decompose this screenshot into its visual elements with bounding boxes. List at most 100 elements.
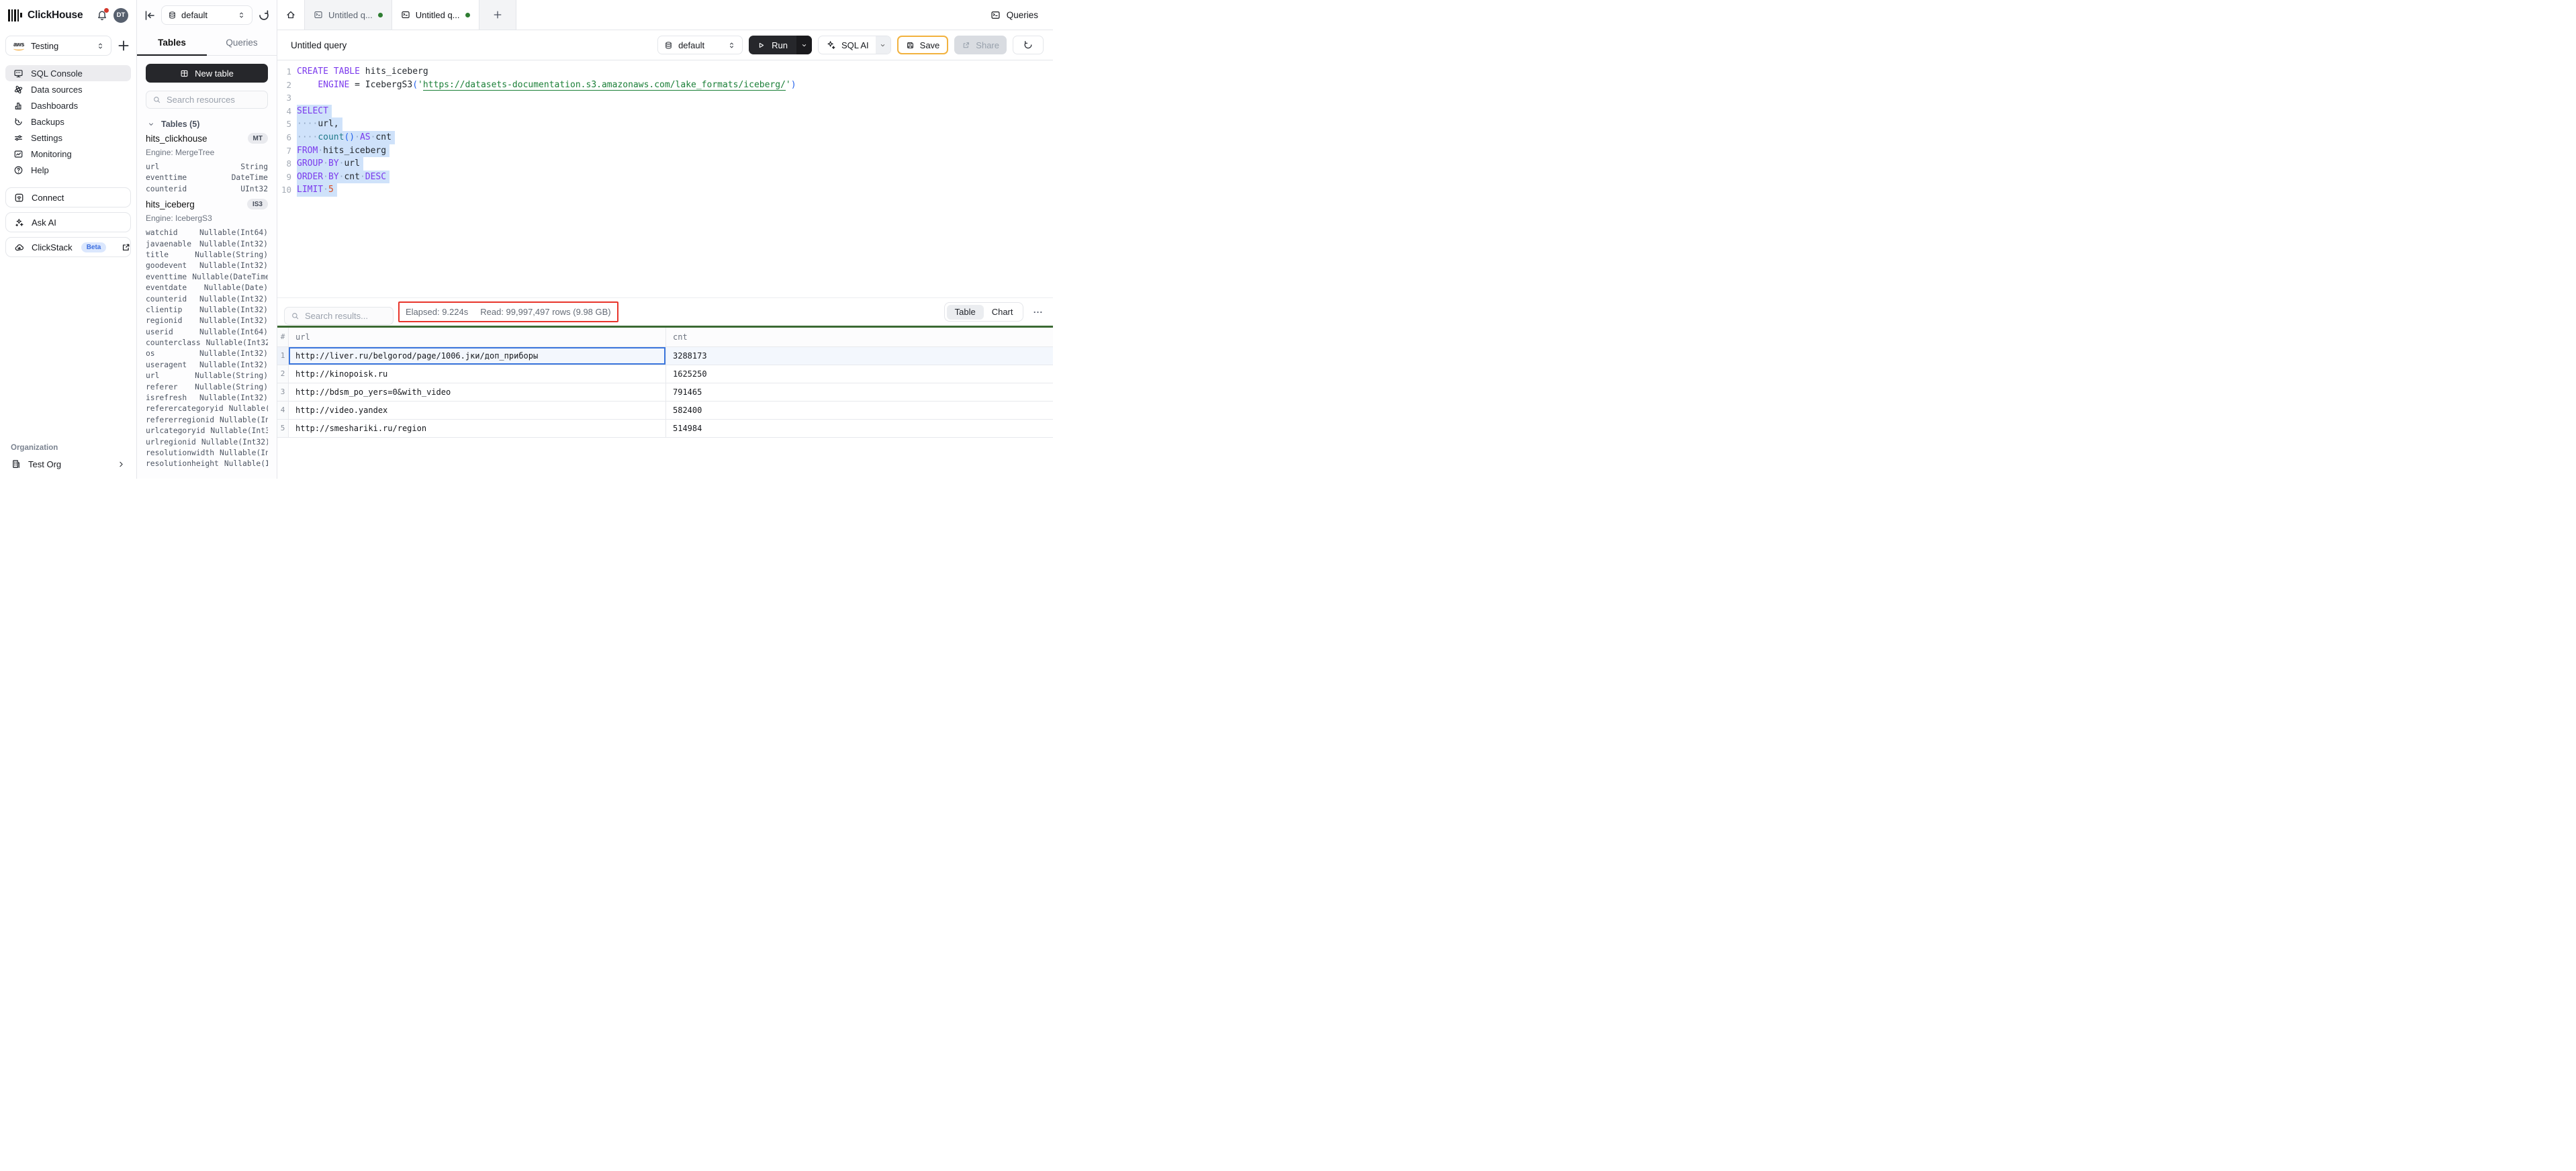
column-row[interactable]: urlString xyxy=(146,162,268,173)
query-tab-1[interactable]: Untitled q... xyxy=(305,0,392,30)
table-item-hits-clickhouse[interactable]: hits_clickhouseMT xyxy=(146,133,268,144)
row-index[interactable]: 5 xyxy=(277,420,289,437)
row-index[interactable]: 2 xyxy=(277,365,289,383)
refresh-icon[interactable] xyxy=(257,9,271,22)
column-row[interactable]: urlregionidNullable(Int32) xyxy=(146,437,268,448)
column-row[interactable]: goodeventNullable(Int32) xyxy=(146,261,268,271)
save-button[interactable]: Save xyxy=(897,36,949,54)
column-row[interactable]: refererregionidNullable(Int xyxy=(146,415,268,426)
notifications-bell-icon[interactable] xyxy=(96,9,108,21)
queries-label: Queries xyxy=(1007,10,1038,20)
sidebar-item-monitoring[interactable]: Monitoring xyxy=(5,146,131,162)
home-button[interactable] xyxy=(277,0,305,30)
column-row[interactable]: eventtimeNullable(DateTime6 xyxy=(146,272,268,283)
token-pl: cnt xyxy=(375,132,391,142)
column-row[interactable]: resolutionheightNullable(In xyxy=(146,459,268,469)
cell-url[interactable]: http://smeshariki.ru/region xyxy=(289,420,666,437)
organization-switcher[interactable]: Test Org xyxy=(8,459,128,469)
cell-url[interactable]: http://bdsm_po_yers=0&with_video xyxy=(289,383,666,401)
run-options-button[interactable] xyxy=(796,36,812,54)
sidebar-item-label: Backups xyxy=(31,117,64,127)
add-service-button[interactable] xyxy=(116,38,131,53)
query-title[interactable]: Untitled query xyxy=(291,40,651,50)
cell-cnt[interactable]: 582400 xyxy=(666,402,1053,419)
column-row[interactable]: counteridUInt32 xyxy=(146,184,268,195)
code-line-5: 5····url, xyxy=(277,118,1053,131)
sidebar-item-data-sources[interactable]: Data sources xyxy=(5,81,131,97)
view-table-button[interactable]: Table xyxy=(947,305,984,320)
sidebar-item-settings[interactable]: Settings xyxy=(5,130,131,146)
cell-cnt[interactable]: 3288173 xyxy=(666,347,1053,365)
token-pr: ) xyxy=(791,80,796,90)
row-index[interactable]: 1 xyxy=(277,347,289,365)
table-engine: Engine: MergeTree xyxy=(146,148,268,157)
results-rows: 1http://liver.ru/belgorod/page/1006.jки/… xyxy=(277,347,1053,438)
column-row[interactable]: resolutionwidthNullable(Int xyxy=(146,448,268,459)
search-results-input[interactable] xyxy=(305,311,387,321)
sidebar-item-help[interactable]: Help xyxy=(5,162,131,178)
token-nu: 5 xyxy=(328,185,334,195)
col-header-index[interactable]: # xyxy=(277,328,289,346)
tab-tables[interactable]: Tables xyxy=(137,30,207,55)
cell-cnt[interactable]: 514984 xyxy=(666,420,1053,437)
cell-url[interactable]: http://liver.ru/belgorod/page/1006.jки/д… xyxy=(289,347,666,365)
sql-ai-options-button[interactable] xyxy=(876,36,890,54)
column-row[interactable]: urlcategoryidNullable(Int32 xyxy=(146,426,268,436)
sidebar-item-sql-console[interactable]: SQL Console xyxy=(5,65,131,81)
column-row[interactable]: refererNullable(String) xyxy=(146,382,268,393)
new-tab-button[interactable] xyxy=(479,0,516,30)
col-header-url[interactable]: url xyxy=(289,328,666,346)
queries-button[interactable]: Queries xyxy=(991,0,1038,30)
column-row[interactable]: watchidNullable(Int64) xyxy=(146,228,268,238)
column-row[interactable]: osNullable(Int32) xyxy=(146,348,268,359)
column-row[interactable]: javaenableNullable(Int32) xyxy=(146,239,268,250)
column-row[interactable]: titleNullable(String) xyxy=(146,250,268,261)
cell-cnt[interactable]: 1625250 xyxy=(666,365,1053,383)
collapse-sidebar-button[interactable] xyxy=(143,9,156,22)
col-header-cnt[interactable]: cnt xyxy=(666,328,1053,346)
query-tab-2[interactable]: Untitled q... xyxy=(392,0,479,30)
column-row[interactable]: useridNullable(Int64) xyxy=(146,327,268,338)
tab-queries[interactable]: Queries xyxy=(207,30,277,55)
search-resources-box[interactable] xyxy=(146,91,268,109)
column-row[interactable]: useragentNullable(Int32) xyxy=(146,360,268,371)
row-index[interactable]: 4 xyxy=(277,402,289,419)
query-history-button[interactable] xyxy=(1013,36,1044,54)
column-row[interactable]: eventtimeDateTime xyxy=(146,173,268,183)
sidebar-item-dashboards[interactable]: Dashboards xyxy=(5,97,131,113)
column-row[interactable]: counterclassNullable(Int32) xyxy=(146,338,268,348)
column-row[interactable]: clientipNullable(Int32) xyxy=(146,305,268,316)
action-clickstack-button[interactable]: ClickStackBeta xyxy=(5,237,131,257)
tables-group-header[interactable]: Tables (5) xyxy=(147,120,268,129)
view-chart-button[interactable]: Chart xyxy=(984,305,1021,320)
result-row-1: 1http://liver.ru/belgorod/page/1006.jки/… xyxy=(277,347,1053,365)
sql-ai-button[interactable]: SQL AI xyxy=(819,36,876,54)
cell-url[interactable]: http://video.yandex xyxy=(289,402,666,419)
share-button[interactable]: Share xyxy=(954,36,1007,54)
new-table-button[interactable]: New table xyxy=(146,64,268,83)
column-row[interactable]: isrefreshNullable(Int32) xyxy=(146,393,268,404)
action-connect-button[interactable]: Connect xyxy=(5,187,131,207)
user-avatar[interactable]: DT xyxy=(113,8,128,23)
cell-url[interactable]: http://kinopoisk.ru xyxy=(289,365,666,383)
search-resources-input[interactable] xyxy=(167,95,261,105)
environment-selector[interactable]: aws Testing xyxy=(5,36,111,56)
column-row[interactable]: counteridNullable(Int32) xyxy=(146,294,268,305)
column-row[interactable]: eventdateNullable(Date) xyxy=(146,283,268,293)
column-name: clientip xyxy=(146,305,182,316)
row-index[interactable]: 3 xyxy=(277,383,289,401)
column-row[interactable]: regionidNullable(Int32) xyxy=(146,316,268,326)
sidebar-item-backups[interactable]: Backups xyxy=(5,113,131,130)
run-database-selector[interactable]: default xyxy=(657,36,743,54)
search-results-box[interactable] xyxy=(284,307,394,325)
table-item-hits-iceberg[interactable]: hits_icebergIS3 xyxy=(146,199,268,209)
column-row[interactable]: urlNullable(String) xyxy=(146,371,268,381)
sql-editor[interactable]: 1CREATE TABLE hits_iceberg2 ENGINE = Ice… xyxy=(277,60,1053,297)
results-more-button[interactable] xyxy=(1032,307,1044,318)
organization-section: Organization Test Org xyxy=(0,444,136,479)
cell-cnt[interactable]: 791465 xyxy=(666,383,1053,401)
run-button[interactable]: Run xyxy=(749,36,796,54)
column-row[interactable]: referercategoryidNullable(I xyxy=(146,404,268,414)
database-selector[interactable]: default xyxy=(161,5,252,25)
action-ask-ai-button[interactable]: Ask AI xyxy=(5,212,131,232)
